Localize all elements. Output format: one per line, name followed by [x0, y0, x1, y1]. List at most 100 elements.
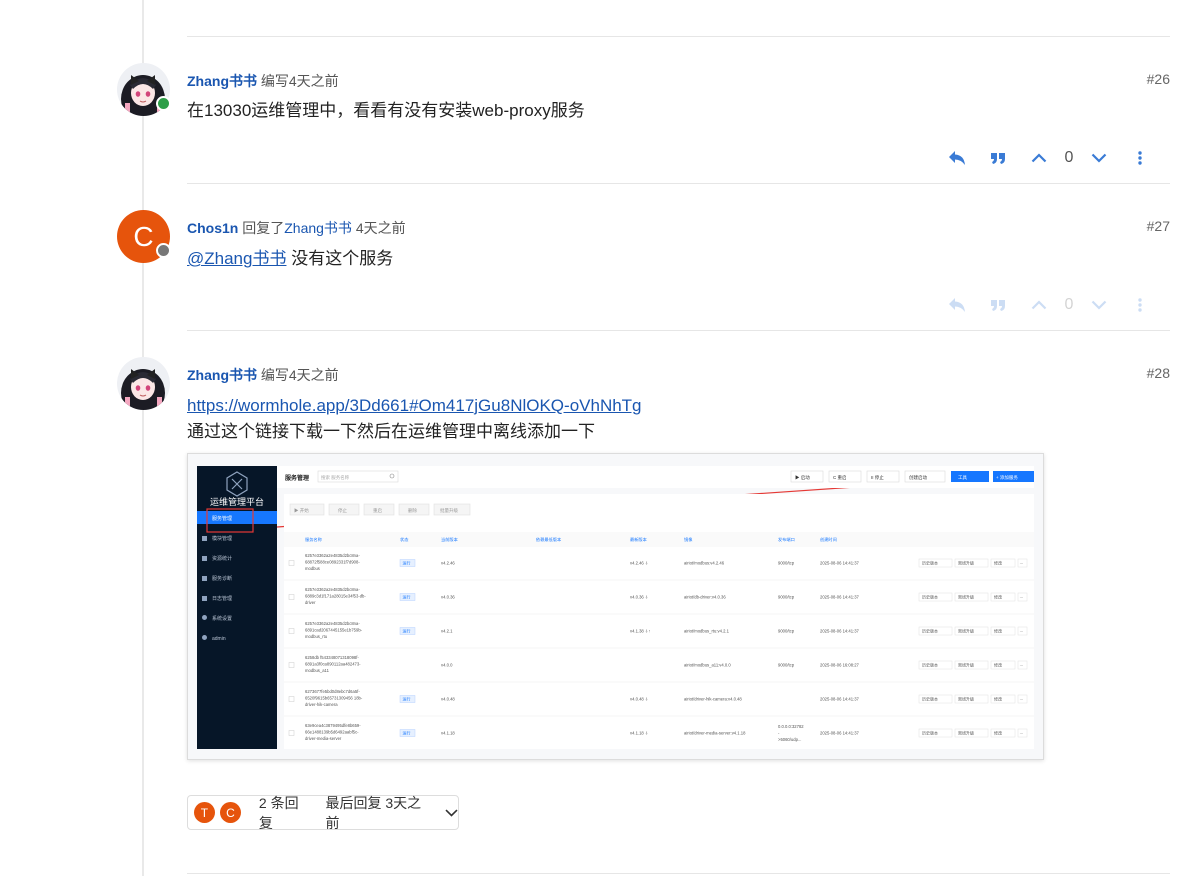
username[interactable]: Zhang书书 — [187, 73, 257, 89]
service-name-line: driver-hik-camera — [305, 702, 338, 707]
reply-label: 回复了 — [242, 220, 285, 236]
post-text: 没有这个服务 — [286, 249, 394, 268]
replies-summary[interactable]: T C 2 条回复 最后回复 3天之前 — [187, 794, 459, 831]
row-action-label: 修改 — [994, 662, 1002, 668]
more-options-button[interactable] — [1125, 143, 1155, 173]
column-header: 当前版本 — [441, 536, 459, 543]
embedded-screenshot[interactable]: 运维管理平台 服务管理 模块管理 资源统计 服务诊断 日志管理 系统设置 adm… — [187, 453, 1044, 760]
image-name: airiot/db-driver:v4.0.36 — [684, 595, 726, 600]
batch-stop-label: 停止 — [338, 507, 347, 514]
status-text: 运行 — [403, 560, 411, 566]
quote-icon — [991, 300, 1005, 311]
service-name-line: 6520f9615b65731309456 18b- — [305, 696, 363, 701]
more-icon: ··· — [1020, 560, 1024, 565]
column-header: 状态 — [400, 536, 408, 543]
upvote-button[interactable] — [1024, 290, 1054, 320]
downvote-button[interactable] — [1084, 290, 1114, 320]
column-header: 发布端口 — [778, 536, 795, 543]
row-action-label: 修改 — [994, 730, 1002, 736]
divider — [187, 183, 1170, 184]
username[interactable]: Zhang书书 — [187, 367, 257, 383]
downvote-button[interactable] — [1084, 143, 1114, 173]
row-action-label: 历史版本 — [922, 730, 938, 736]
tools-button[interactable] — [951, 471, 989, 482]
row-action-label: 离线升级 — [958, 594, 974, 600]
status-text: 运行 — [403, 696, 411, 702]
post-index[interactable]: #27 — [1147, 218, 1170, 234]
row-checkbox[interactable] — [288, 560, 295, 566]
sidebar-item-diagnosis[interactable]: 服务诊断 — [212, 575, 232, 582]
upvote-button[interactable] — [1024, 143, 1054, 173]
reply-icon — [949, 151, 965, 165]
service-name-line: modbus_a11 — [305, 668, 330, 673]
reply-to-user[interactable]: Zhang书书 — [284, 220, 352, 236]
chevron-up-icon — [1031, 153, 1047, 163]
batch-delete-label: 删除 — [408, 507, 417, 514]
sidebar-item-stats[interactable]: 资源统计 — [212, 555, 232, 562]
avatar[interactable] — [117, 357, 170, 410]
more-icon: ··· — [1020, 696, 1024, 701]
reply-button[interactable] — [942, 290, 972, 320]
service-name-line: 68872f588ce0892331f7d908- — [305, 560, 360, 565]
column-header: 镜像 — [684, 536, 693, 543]
avatar[interactable]: C — [219, 802, 241, 823]
post-index[interactable]: #26 — [1147, 71, 1170, 87]
created-time: 2025-08-06 14:41:37 — [820, 731, 860, 736]
user-mention-link[interactable]: @Zhang书书 — [187, 249, 286, 268]
more-icon: ··· — [1020, 662, 1024, 667]
reply-count: 2 条回复 — [258, 794, 299, 831]
batch-start-label: ▶ 开始 — [294, 507, 309, 514]
post-meta[interactable]: 编写4天之前 — [261, 367, 339, 383]
post-index[interactable]: #28 — [1147, 365, 1170, 381]
batch-restart-label: 重启 — [373, 507, 382, 514]
sidebar-item-active[interactable] — [197, 511, 277, 524]
sidebar-item-service[interactable]: 服务管理 — [212, 515, 232, 522]
avatar[interactable]: T — [193, 802, 215, 823]
sidebar-item-module[interactable]: 模块管理 — [212, 535, 232, 542]
row-action-label: 离线升级 — [958, 628, 974, 634]
row-checkbox[interactable] — [288, 628, 295, 634]
current-version: v4.1.18 — [441, 731, 455, 736]
more-options-button[interactable] — [1125, 290, 1155, 320]
post-header: Chos1n 回复了Zhang书书 4天之前 — [187, 218, 406, 238]
row-checkbox[interactable] — [288, 662, 295, 668]
sidebar-item-settings[interactable]: 系统设置 — [212, 615, 232, 622]
post-actions: 0 — [942, 143, 1170, 173]
row-checkbox[interactable] — [288, 594, 295, 600]
post-time[interactable]: 4天之前 — [356, 220, 406, 236]
service-name-line: 66e1488139b5d6492aabf5c- — [305, 730, 359, 735]
created-time: 2025-08-06 16:08:27 — [820, 663, 860, 668]
restart-button-label: C 重启 — [833, 474, 847, 481]
vote-count[interactable]: 0 — [1054, 296, 1084, 314]
sidebar-item-logs[interactable]: 日志管理 — [212, 595, 232, 602]
row-checkbox[interactable] — [288, 730, 295, 736]
row-action-label: 修改 — [994, 696, 1002, 702]
more-vertical-icon — [1138, 298, 1142, 312]
quote-button[interactable] — [983, 290, 1013, 320]
port-line: 0.0.0.0:32782 — [778, 724, 804, 729]
username[interactable]: Chos1n — [187, 220, 238, 236]
quote-button[interactable] — [983, 143, 1013, 173]
last-reply-time: 最后回复 3天之前 — [325, 794, 422, 831]
created-time: 2025-08-06 14:41:37 — [820, 697, 860, 702]
online-status-dot — [156, 96, 171, 111]
vote-count[interactable]: 0 — [1054, 149, 1084, 167]
more-vertical-icon — [1138, 151, 1142, 165]
reply-button[interactable] — [942, 143, 972, 173]
row-checkbox[interactable] — [288, 696, 295, 702]
latest-version: v4.1.38 ⇩↑ — [630, 629, 651, 634]
latest-version: v4.0.36 ⇩ — [630, 595, 648, 600]
timeline-line — [142, 0, 144, 876]
published-port: 9000/tcp — [778, 663, 795, 668]
sidebar-item-admin[interactable]: admin — [212, 636, 226, 642]
post-text: 通过这个链接下载一下然后在运维管理中离线添加一下 — [187, 422, 595, 441]
latest-version: v4.0.48 ⇩ — [630, 697, 648, 702]
row-action-label: 修改 — [994, 594, 1002, 600]
download-link[interactable]: https://wormhole.app/3Dd661#Om417jGu8NlO… — [187, 396, 642, 415]
column-header: 服务名称 — [305, 536, 322, 543]
post-meta[interactable]: 编写4天之前 — [261, 73, 339, 89]
divider — [187, 36, 1170, 37]
latest-version: v4.1.18 ⇩ — [630, 731, 648, 736]
latest-version: v4.2.46 ⇩ — [630, 561, 648, 566]
image-name: airiot/driver-media-server:v4.1.18 — [684, 731, 746, 736]
